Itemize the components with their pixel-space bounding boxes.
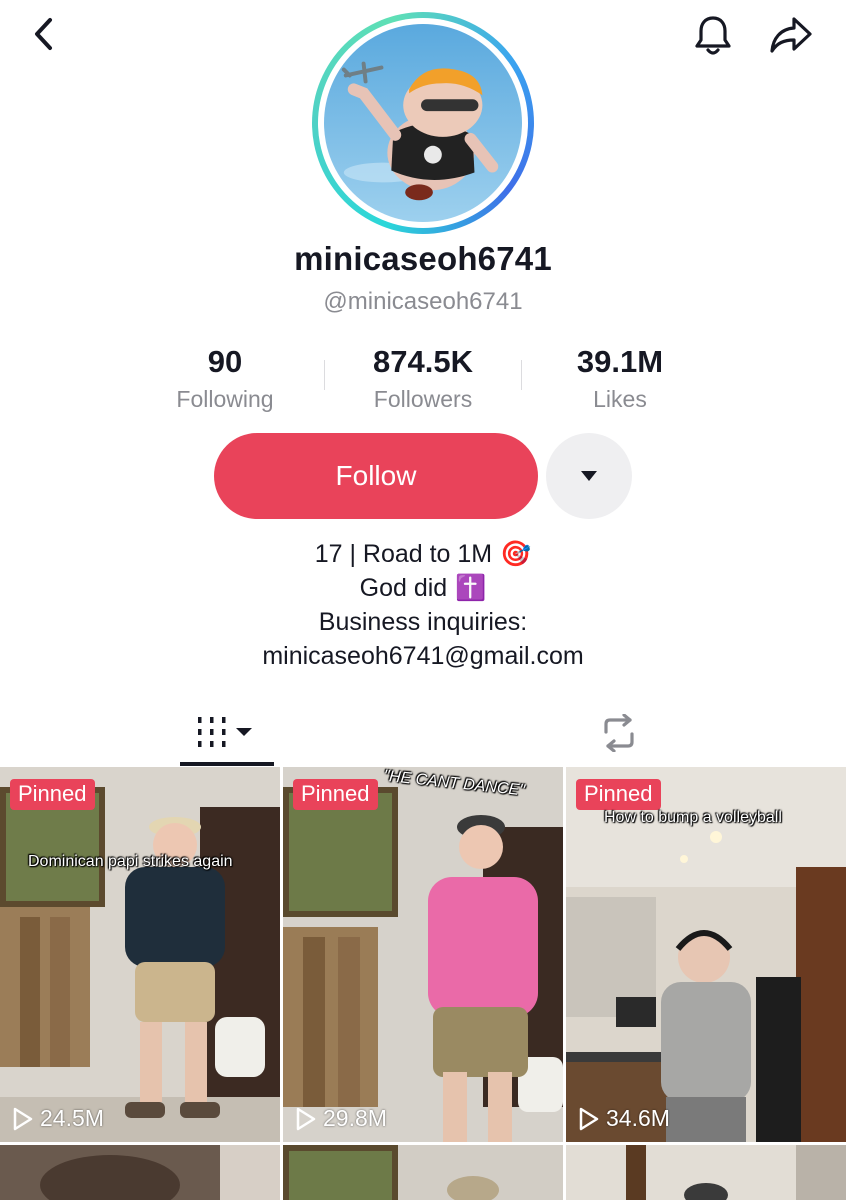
following-label: Following (176, 386, 274, 412)
video-tile[interactable] (283, 1145, 563, 1200)
video-caption: How to bump a volleyball (604, 809, 782, 826)
followers-label: Followers (373, 386, 473, 412)
share-arrow-icon (770, 17, 812, 53)
caret-down-icon (581, 471, 597, 481)
play-icon (579, 1107, 599, 1130)
bio-line: God did (359, 574, 448, 602)
tab-reposts[interactable] (584, 700, 654, 766)
view-count-text: 24.5M (40, 1105, 104, 1131)
followers-count: 874.5K (373, 344, 473, 379)
pinned-badge: Pinned (293, 779, 378, 810)
video-thumbnail (0, 1145, 280, 1200)
likes-stat: 39.1M Likes (520, 342, 720, 416)
video-thumbnail (0, 767, 280, 1142)
bio-line: 17 | Road to 1M (314, 540, 493, 568)
username: @minicaseoh6741 (323, 288, 523, 315)
pinned-badge: Pinned (576, 779, 661, 810)
suggested-accounts-button[interactable] (546, 433, 632, 519)
bio-email[interactable]: minicaseoh6741@gmail.com (262, 639, 583, 673)
video-thumbnail (566, 1145, 846, 1200)
stat-divider (324, 360, 325, 390)
video-grid: Pinned Dominican papi strikes again 24.5… (0, 767, 846, 1200)
target-emoji: 🎯 (500, 540, 532, 568)
tab-videos[interactable] (180, 700, 274, 766)
view-count: 24.5M (12, 1105, 104, 1132)
pinned-badge: Pinned (10, 779, 95, 810)
share-button[interactable] (764, 10, 818, 60)
view-count-text: 29.8M (323, 1105, 387, 1131)
chevron-left-icon (35, 18, 52, 50)
view-count: 29.8M (295, 1105, 387, 1132)
video-tile[interactable]: Pinned "HE CANT DANCE" 29.8M (283, 767, 563, 1142)
view-count-text: 34.6M (606, 1105, 670, 1131)
notification-bell-button[interactable] (688, 10, 738, 60)
video-tile[interactable] (0, 1145, 280, 1200)
video-caption: Dominican papi strikes again (28, 853, 233, 870)
video-thumbnail (283, 767, 563, 1142)
play-icon (13, 1107, 33, 1130)
stat-divider (521, 360, 522, 390)
likes-label: Likes (593, 386, 647, 412)
profile-stats: 90 Following 874.5K Followers 39.1M Like… (0, 342, 846, 422)
back-button[interactable] (22, 12, 66, 56)
followers-stat[interactable]: 874.5K Followers (323, 342, 523, 416)
active-tab-indicator (180, 762, 274, 766)
avatar[interactable] (312, 12, 534, 234)
video-tile[interactable] (566, 1145, 846, 1200)
following-count: 90 (207, 344, 243, 379)
display-name: minicaseoh6741 (294, 240, 552, 277)
video-thumbnail (283, 1145, 563, 1200)
grid-bars-icon (198, 717, 252, 747)
repost-icon (604, 714, 634, 752)
likes-count: 39.1M (576, 344, 664, 379)
bell-icon (695, 16, 731, 55)
video-tile[interactable]: Pinned Dominican papi strikes again 24.5… (0, 767, 280, 1142)
bio-line: Business inquiries: (318, 608, 528, 636)
cross-emoji: ✝️ (455, 574, 487, 602)
follow-button[interactable]: Follow (214, 433, 538, 519)
video-tile[interactable]: Pinned How to bump a volleyball 34.6M (566, 767, 846, 1142)
following-stat[interactable]: 90 Following (125, 342, 325, 416)
avatar-image (324, 24, 522, 222)
view-count: 34.6M (578, 1105, 670, 1132)
play-icon (296, 1107, 316, 1130)
profile-bio: 17 | Road to 1M 🎯 God did ✝️ Business in… (0, 537, 846, 673)
